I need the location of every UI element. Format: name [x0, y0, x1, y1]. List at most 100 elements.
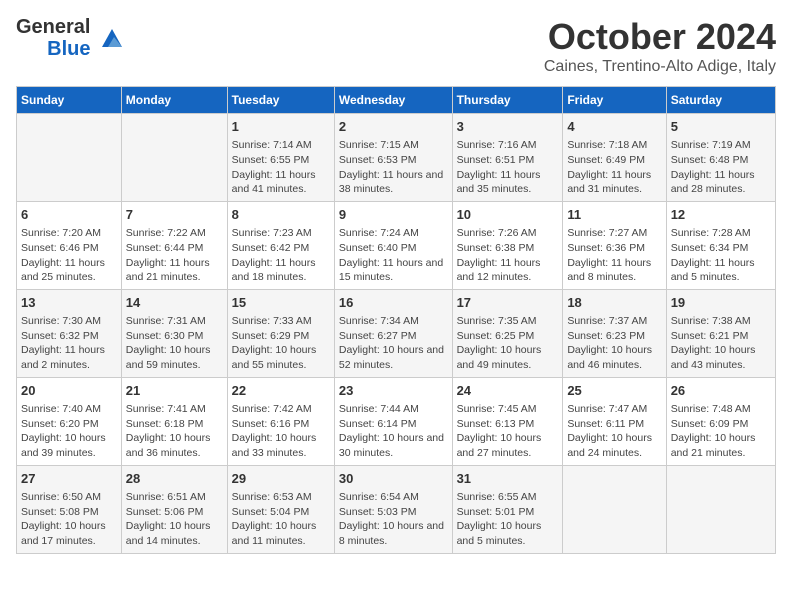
calendar-cell: 11Sunrise: 7:27 AM Sunset: 6:36 PM Dayli… — [563, 201, 666, 289]
calendar-cell: 15 Sunrise: 7:33 AM Sunset: 6:29 PM Dayli… — [227, 289, 334, 377]
day-of-week-header: Monday — [121, 87, 227, 114]
title-block: October 2024 Caines, Trentino-Alto Adige… — [544, 16, 776, 76]
calendar-cell: 12 Sunrise: 7:28 AM Sunset: 6:34 PM Dayli… — [666, 201, 775, 289]
calendar-cell: 28 Sunrise: 6:51 AM Sunset: 5:06 PM Dayli… — [121, 465, 227, 553]
calendar-cell: 19 Sunrise: 7:38 AM Sunset: 6:21 PM Dayli… — [666, 289, 775, 377]
cell-content: Sunrise: 7:44 AM Sunset: 6:14 PM Dayligh… — [339, 402, 448, 461]
calendar-table: SundayMondayTuesdayWednesdayThursdayFrid… — [16, 86, 776, 554]
day-of-week-header: Sunday — [17, 87, 122, 114]
cell-content: Sunrise: 7:37 AM Sunset: 6:23 PM Dayligh… — [567, 314, 661, 373]
cell-content: Sunrise: 7:47 AM Sunset: 6:11 PM Dayligh… — [567, 402, 661, 461]
day-of-week-header: Friday — [563, 87, 666, 114]
day-number: 22 — [232, 382, 330, 400]
cell-content: Sunrise: 7:14 AM Sunset: 6:55 PM Dayligh… — [232, 138, 330, 197]
day-number: 16 — [339, 294, 448, 312]
cell-content: Sunrise: 7:22 AM Sunset: 6:44 PM Dayligh… — [126, 226, 223, 285]
calendar-cell: 5 Sunrise: 7:19 AM Sunset: 6:48 PM Daylig… — [666, 114, 775, 202]
cell-content: Sunrise: 7:28 AM Sunset: 6:34 PM Dayligh… — [671, 226, 771, 285]
day-number: 26 — [671, 382, 771, 400]
day-number: 31 — [457, 470, 559, 488]
day-number: 4 — [567, 118, 661, 136]
calendar-week-row: 13 Sunrise: 7:30 AM Sunset: 6:32 PM Dayli… — [17, 289, 776, 377]
calendar-cell: 24 Sunrise: 7:45 AM Sunset: 6:13 PM Dayli… — [452, 377, 563, 465]
cell-content: Sunrise: 7:26 AM Sunset: 6:38 PM Dayligh… — [457, 226, 559, 285]
calendar-cell: 25 Sunrise: 7:47 AM Sunset: 6:11 PM Dayli… — [563, 377, 666, 465]
calendar-cell: 7 Sunrise: 7:22 AM Sunset: 6:44 PM Daylig… — [121, 201, 227, 289]
calendar-cell: 8Sunrise: 7:23 AM Sunset: 6:42 PM Daylig… — [227, 201, 334, 289]
day-number: 5 — [671, 118, 771, 136]
page-header: General Blue October 2024 Caines, Trenti… — [16, 16, 776, 76]
calendar-cell — [563, 465, 666, 553]
day-number: 28 — [126, 470, 223, 488]
calendar-cell: 1 Sunrise: 7:14 AM Sunset: 6:55 PM Daylig… — [227, 114, 334, 202]
calendar-week-row: 20 Sunrise: 7:40 AM Sunset: 6:20 PM Dayli… — [17, 377, 776, 465]
cell-content: Sunrise: 7:15 AM Sunset: 6:53 PM Dayligh… — [339, 138, 448, 197]
day-number: 12 — [671, 206, 771, 224]
calendar-cell: 14Sunrise: 7:31 AM Sunset: 6:30 PM Dayli… — [121, 289, 227, 377]
calendar-week-row: 1 Sunrise: 7:14 AM Sunset: 6:55 PM Daylig… — [17, 114, 776, 202]
day-number: 3 — [457, 118, 559, 136]
day-number: 23 — [339, 382, 448, 400]
day-number: 11 — [567, 206, 661, 224]
location-title: Caines, Trentino-Alto Adige, Italy — [544, 58, 776, 76]
calendar-cell: 27 Sunrise: 6:50 AM Sunset: 5:08 PM Dayli… — [17, 465, 122, 553]
day-number: 1 — [232, 118, 330, 136]
calendar-cell: 29Sunrise: 6:53 AM Sunset: 5:04 PM Dayli… — [227, 465, 334, 553]
day-of-week-header: Saturday — [666, 87, 775, 114]
calendar-cell: 13 Sunrise: 7:30 AM Sunset: 6:32 PM Dayli… — [17, 289, 122, 377]
calendar-cell: 16 Sunrise: 7:34 AM Sunset: 6:27 PM Dayli… — [334, 289, 452, 377]
calendar-cell: 2 Sunrise: 7:15 AM Sunset: 6:53 PM Daylig… — [334, 114, 452, 202]
day-number: 24 — [457, 382, 559, 400]
calendar-cell — [121, 114, 227, 202]
day-number: 10 — [457, 206, 559, 224]
cell-content: Sunrise: 7:31 AM Sunset: 6:30 PM Dayligh… — [126, 314, 223, 373]
calendar-body: 1 Sunrise: 7:14 AM Sunset: 6:55 PM Daylig… — [17, 114, 776, 554]
cell-content: Sunrise: 6:55 AM Sunset: 5:01 PM Dayligh… — [457, 490, 559, 549]
cell-content: Sunrise: 7:18 AM Sunset: 6:49 PM Dayligh… — [567, 138, 661, 197]
day-number: 17 — [457, 294, 559, 312]
calendar-cell: 4 Sunrise: 7:18 AM Sunset: 6:49 PM Daylig… — [563, 114, 666, 202]
day-number: 6 — [21, 206, 117, 224]
day-number: 27 — [21, 470, 117, 488]
cell-content: Sunrise: 7:48 AM Sunset: 6:09 PM Dayligh… — [671, 402, 771, 461]
calendar-cell: 30Sunrise: 6:54 AM Sunset: 5:03 PM Dayli… — [334, 465, 452, 553]
cell-content: Sunrise: 7:41 AM Sunset: 6:18 PM Dayligh… — [126, 402, 223, 461]
day-number: 25 — [567, 382, 661, 400]
cell-content: Sunrise: 7:24 AM Sunset: 6:40 PM Dayligh… — [339, 226, 448, 285]
calendar-cell: 31 Sunrise: 6:55 AM Sunset: 5:01 PM Dayli… — [452, 465, 563, 553]
day-number: 21 — [126, 382, 223, 400]
calendar-week-row: 6Sunrise: 7:20 AM Sunset: 6:46 PM Daylig… — [17, 201, 776, 289]
cell-content: Sunrise: 7:40 AM Sunset: 6:20 PM Dayligh… — [21, 402, 117, 461]
cell-content: Sunrise: 7:23 AM Sunset: 6:42 PM Dayligh… — [232, 226, 330, 285]
calendar-cell: 3Sunrise: 7:16 AM Sunset: 6:51 PM Daylig… — [452, 114, 563, 202]
cell-content: Sunrise: 7:42 AM Sunset: 6:16 PM Dayligh… — [232, 402, 330, 461]
cell-content: Sunrise: 7:30 AM Sunset: 6:32 PM Dayligh… — [21, 314, 117, 373]
day-number: 2 — [339, 118, 448, 136]
cell-content: Sunrise: 7:19 AM Sunset: 6:48 PM Dayligh… — [671, 138, 771, 197]
cell-content: Sunrise: 6:51 AM Sunset: 5:06 PM Dayligh… — [126, 490, 223, 549]
day-number: 20 — [21, 382, 117, 400]
cell-content: Sunrise: 7:33 AM Sunset: 6:29 PM Dayligh… — [232, 314, 330, 373]
cell-content: Sunrise: 7:38 AM Sunset: 6:21 PM Dayligh… — [671, 314, 771, 373]
day-of-week-header: Thursday — [452, 87, 563, 114]
day-number: 30 — [339, 470, 448, 488]
cell-content: Sunrise: 7:34 AM Sunset: 6:27 PM Dayligh… — [339, 314, 448, 373]
day-of-week-header: Wednesday — [334, 87, 452, 114]
day-number: 19 — [671, 294, 771, 312]
day-number: 29 — [232, 470, 330, 488]
calendar-cell: 21 Sunrise: 7:41 AM Sunset: 6:18 PM Dayli… — [121, 377, 227, 465]
calendar-cell: 17 Sunrise: 7:35 AM Sunset: 6:25 PM Dayli… — [452, 289, 563, 377]
calendar-cell: 22 Sunrise: 7:42 AM Sunset: 6:16 PM Dayli… — [227, 377, 334, 465]
day-number: 15 — [232, 294, 330, 312]
day-number: 7 — [126, 206, 223, 224]
day-of-week-header: Tuesday — [227, 87, 334, 114]
calendar-cell: 10 Sunrise: 7:26 AM Sunset: 6:38 PM Dayli… — [452, 201, 563, 289]
cell-content: Sunrise: 6:50 AM Sunset: 5:08 PM Dayligh… — [21, 490, 117, 549]
cell-content: Sunrise: 7:45 AM Sunset: 6:13 PM Dayligh… — [457, 402, 559, 461]
calendar-cell: 18Sunrise: 7:37 AM Sunset: 6:23 PM Dayli… — [563, 289, 666, 377]
calendar-cell — [17, 114, 122, 202]
calendar-cell: 26 Sunrise: 7:48 AM Sunset: 6:09 PM Dayli… — [666, 377, 775, 465]
cell-content: Sunrise: 7:35 AM Sunset: 6:25 PM Dayligh… — [457, 314, 559, 373]
day-number: 13 — [21, 294, 117, 312]
calendar-cell: 23 Sunrise: 7:44 AM Sunset: 6:14 PM Dayli… — [334, 377, 452, 465]
